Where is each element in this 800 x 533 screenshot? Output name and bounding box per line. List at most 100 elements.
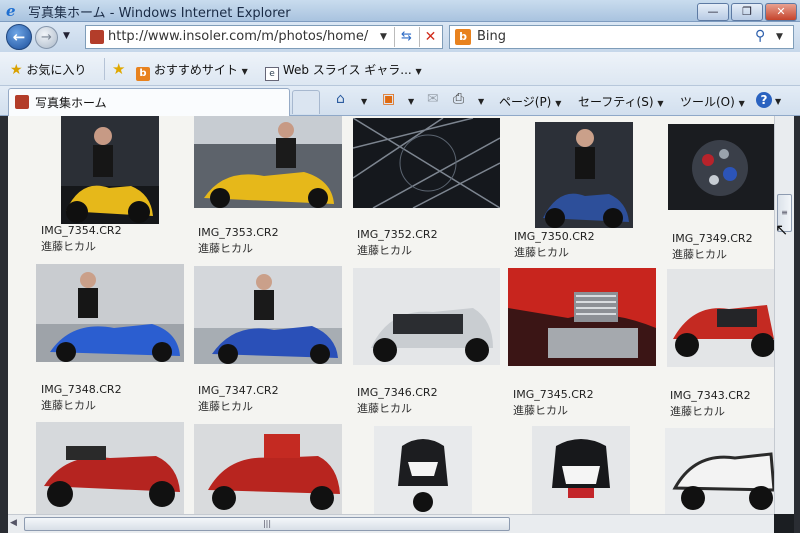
photo-owner[interactable]: 進藤ヒカル: [514, 244, 569, 260]
add-to-favorites-icon[interactable]: ★: [112, 60, 125, 78]
photo-thumbnail[interactable]: [508, 268, 656, 366]
command-bar: 写真集ホーム ⌂ ▼ ▣ ▼ ✉ ⎙ ▼ ページ(P) ▼ セーフティ(S) ▼…: [0, 86, 800, 116]
home-dropdown-icon[interactable]: ▼: [361, 97, 367, 106]
help-dropdown-icon[interactable]: ▼: [775, 97, 781, 106]
photo-owner[interactable]: 進藤ヒカル: [513, 402, 568, 418]
address-dropdown-icon[interactable]: ▼: [380, 32, 387, 42]
favorites-star-icon: ★: [10, 62, 23, 78]
search-input[interactable]: Bing: [477, 29, 506, 44]
feeds-icon[interactable]: ▣: [382, 91, 395, 107]
page-menu-label: ページ(P): [499, 95, 552, 109]
suggested-sites-label: おすすめサイト: [153, 63, 238, 77]
divider: [104, 58, 105, 80]
help-icon[interactable]: ?: [756, 92, 772, 108]
chevron-down-icon: ▼: [241, 67, 248, 76]
photo-filename[interactable]: IMG_7352.CR2: [357, 228, 438, 241]
photo-owner[interactable]: 進藤ヒカル: [357, 400, 412, 416]
window-frame-left: [0, 116, 8, 533]
photo-filename[interactable]: IMG_7354.CR2: [41, 224, 122, 237]
photo-filename[interactable]: IMG_7350.CR2: [514, 230, 595, 243]
scroll-left-icon[interactable]: ◀: [10, 518, 17, 528]
feeds-dropdown-icon[interactable]: ▼: [408, 97, 414, 106]
horizontal-scrollbar[interactable]: ◀ |||: [8, 514, 774, 533]
photo-thumbnail[interactable]: [36, 264, 184, 362]
photo-thumbnail[interactable]: [36, 422, 184, 514]
photo-thumbnail[interactable]: [667, 269, 774, 367]
page-menu[interactable]: ページ(P) ▼: [499, 93, 561, 110]
chevron-down-icon: ▼: [738, 99, 745, 108]
minimize-button[interactable]: —: [697, 3, 729, 21]
window-frame-right: [794, 116, 800, 533]
chevron-down-icon: ▼: [555, 99, 562, 108]
home-icon[interactable]: ⌂: [336, 91, 345, 107]
photo-filename[interactable]: IMG_7347.CR2: [198, 384, 279, 397]
photo-owner[interactable]: 進藤ヒカル: [357, 242, 412, 258]
photo-thumbnail[interactable]: [374, 426, 472, 514]
photo-filename[interactable]: IMG_7345.CR2: [513, 388, 594, 401]
photo-filename[interactable]: IMG_7346.CR2: [357, 386, 438, 399]
photo-thumbnail[interactable]: [194, 424, 342, 514]
print-dropdown-icon[interactable]: ▼: [478, 97, 484, 106]
search-options-dropdown-icon[interactable]: ▼: [776, 32, 783, 42]
navigation-bar: ← → ▼ http://www.insoler.com/m/photos/ho…: [0, 22, 800, 52]
photo-owner[interactable]: 進藤ヒカル: [198, 398, 253, 414]
photo-owner[interactable]: 進藤ヒカル: [198, 240, 253, 256]
photo-thumbnail[interactable]: [668, 124, 774, 210]
photo-thumbnail[interactable]: [535, 122, 633, 228]
photo-owner[interactable]: 進藤ヒカル: [41, 397, 96, 413]
favorites-button[interactable]: ★ お気に入り: [10, 61, 86, 78]
photo-thumbnail[interactable]: [61, 116, 159, 224]
tab-active[interactable]: 写真集ホーム: [8, 88, 290, 116]
maximize-button[interactable]: ❐: [731, 3, 763, 21]
chevron-down-icon: ▼: [657, 99, 664, 108]
chevron-down-icon: ▼: [415, 67, 422, 76]
address-input[interactable]: http://www.insoler.com/m/photos/home/: [108, 29, 368, 44]
photo-filename[interactable]: IMG_7348.CR2: [41, 383, 122, 396]
print-icon[interactable]: ⎙: [453, 91, 464, 107]
back-button[interactable]: ←: [6, 24, 32, 50]
photo-owner[interactable]: 進藤ヒカル: [41, 238, 96, 254]
mouse-cursor-icon: ↖: [775, 220, 789, 239]
ie-logo-icon: e: [6, 2, 16, 20]
mail-icon[interactable]: ✉: [427, 91, 439, 107]
bing-logo-icon: b: [455, 29, 471, 45]
window-title: 写真集ホーム - Windows Internet Explorer: [28, 6, 291, 21]
suggested-sites-button[interactable]: b おすすめサイト ▼: [136, 61, 248, 81]
photo-thumbnail[interactable]: [194, 116, 342, 208]
refresh-button[interactable]: ⇆: [394, 27, 418, 47]
horizontal-scroll-thumb[interactable]: |||: [24, 517, 510, 531]
new-tab-button[interactable]: [292, 90, 320, 114]
site-favicon-icon: [90, 30, 104, 44]
web-slice-gallery-button[interactable]: e Web スライス ギャラ... ▼: [265, 61, 422, 81]
photo-thumbnail[interactable]: [353, 268, 500, 365]
search-box[interactable]: b Bing ⚲ ▼: [449, 25, 794, 49]
bing-mini-icon: b: [136, 67, 150, 81]
favorites-bar: ★ お気に入り ★ b おすすめサイト ▼ e Web スライス ギャラ... …: [0, 52, 800, 86]
photo-thumbnail[interactable]: [532, 426, 630, 514]
photo-filename[interactable]: IMG_7349.CR2: [672, 232, 753, 245]
tools-menu[interactable]: ツール(O) ▼: [680, 93, 745, 110]
photo-filename[interactable]: IMG_7353.CR2: [198, 226, 279, 239]
photo-thumbnail[interactable]: [353, 118, 500, 208]
web-slice-icon: e: [265, 67, 279, 81]
close-button[interactable]: ✕: [765, 3, 797, 21]
web-slice-label: Web スライス ギャラ...: [282, 63, 412, 77]
tab-favicon-icon: [15, 95, 29, 109]
photo-thumbnail[interactable]: [665, 428, 774, 514]
search-icon[interactable]: ⚲: [755, 28, 765, 44]
safety-menu[interactable]: セーフティ(S) ▼: [578, 93, 664, 110]
photo-owner[interactable]: 進藤ヒカル: [670, 403, 725, 419]
address-bar[interactable]: http://www.insoler.com/m/photos/home/ ▼ …: [85, 25, 443, 49]
photo-owner[interactable]: 進藤ヒカル: [672, 246, 727, 262]
photo-thumbnail[interactable]: [194, 266, 342, 364]
recent-pages-dropdown-icon[interactable]: ▼: [63, 31, 70, 41]
photo-filename[interactable]: IMG_7343.CR2: [670, 389, 751, 402]
vertical-scrollbar[interactable]: ≡: [774, 116, 794, 514]
forward-button[interactable]: →: [35, 26, 58, 49]
tab-title: 写真集ホーム: [35, 96, 107, 110]
tools-menu-label: ツール(O): [680, 95, 735, 109]
stop-button[interactable]: ✕: [419, 27, 441, 47]
title-bar: e 写真集ホーム - Windows Internet Explorer — ❐…: [0, 0, 800, 22]
photo-gallery: IMG_7354.CR2 進藤ヒカル IMG_7353.CR2 進藤ヒカル IM…: [8, 116, 774, 514]
safety-menu-label: セーフティ(S): [578, 95, 654, 109]
